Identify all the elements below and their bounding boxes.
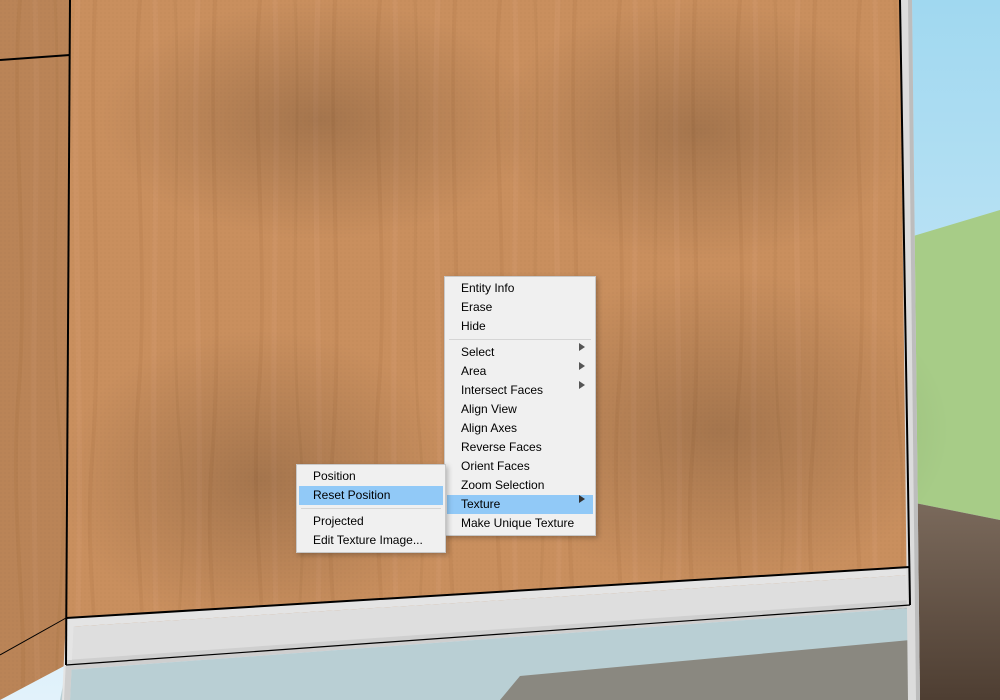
submenu-item-reset-position[interactable]: Reset Position: [299, 486, 443, 505]
menu-item-label: Make Unique Texture: [461, 516, 574, 530]
menu-item-hide[interactable]: Hide: [447, 317, 593, 336]
submenu-arrow-icon: [579, 362, 587, 381]
menu-item-reverse-faces[interactable]: Reverse Faces: [447, 438, 593, 457]
menu-separator: [449, 339, 591, 340]
menu-item-zoom-selection[interactable]: Zoom Selection: [447, 476, 593, 495]
texture-submenu[interactable]: Position Reset Position Projected Edit T…: [296, 464, 446, 553]
model-viewport[interactable]: Entity Info Erase Hide Select Area Inter…: [0, 0, 1000, 700]
menu-item-entity-info[interactable]: Entity Info: [447, 279, 593, 298]
menu-item-label: Area: [461, 364, 486, 378]
menu-item-align-view[interactable]: Align View: [447, 400, 593, 419]
menu-item-label: Texture: [461, 497, 500, 511]
menu-item-select[interactable]: Select: [447, 343, 593, 362]
menu-item-label: Hide: [461, 319, 486, 333]
menu-item-label: Position: [313, 469, 356, 483]
menu-item-label: Align Axes: [461, 421, 517, 435]
menu-item-texture[interactable]: Texture: [447, 495, 593, 514]
submenu-item-projected[interactable]: Projected: [299, 512, 443, 531]
submenu-item-position[interactable]: Position: [299, 467, 443, 486]
submenu-arrow-icon: [579, 381, 587, 400]
menu-item-label: Reset Position: [313, 488, 390, 502]
submenu-item-edit-texture-image[interactable]: Edit Texture Image...: [299, 531, 443, 550]
menu-item-area[interactable]: Area: [447, 362, 593, 381]
menu-separator: [301, 508, 441, 509]
menu-item-intersect-faces[interactable]: Intersect Faces: [447, 381, 593, 400]
menu-item-make-unique-texture[interactable]: Make Unique Texture: [447, 514, 593, 533]
menu-item-label: Intersect Faces: [461, 383, 543, 397]
submenu-arrow-icon: [579, 343, 587, 362]
menu-item-label: Edit Texture Image...: [313, 533, 423, 547]
menu-item-erase[interactable]: Erase: [447, 298, 593, 317]
menu-item-label: Zoom Selection: [461, 478, 544, 492]
context-menu[interactable]: Entity Info Erase Hide Select Area Inter…: [444, 276, 596, 536]
menu-item-orient-faces[interactable]: Orient Faces: [447, 457, 593, 476]
menu-item-label: Projected: [313, 514, 364, 528]
menu-item-label: Reverse Faces: [461, 440, 542, 454]
menu-item-label: Align View: [461, 402, 517, 416]
menu-item-label: Orient Faces: [461, 459, 530, 473]
menu-item-label: Select: [461, 345, 494, 359]
menu-item-align-axes[interactable]: Align Axes: [447, 419, 593, 438]
menu-item-label: Entity Info: [461, 281, 514, 295]
menu-item-label: Erase: [461, 300, 492, 314]
submenu-arrow-icon: [579, 495, 587, 514]
